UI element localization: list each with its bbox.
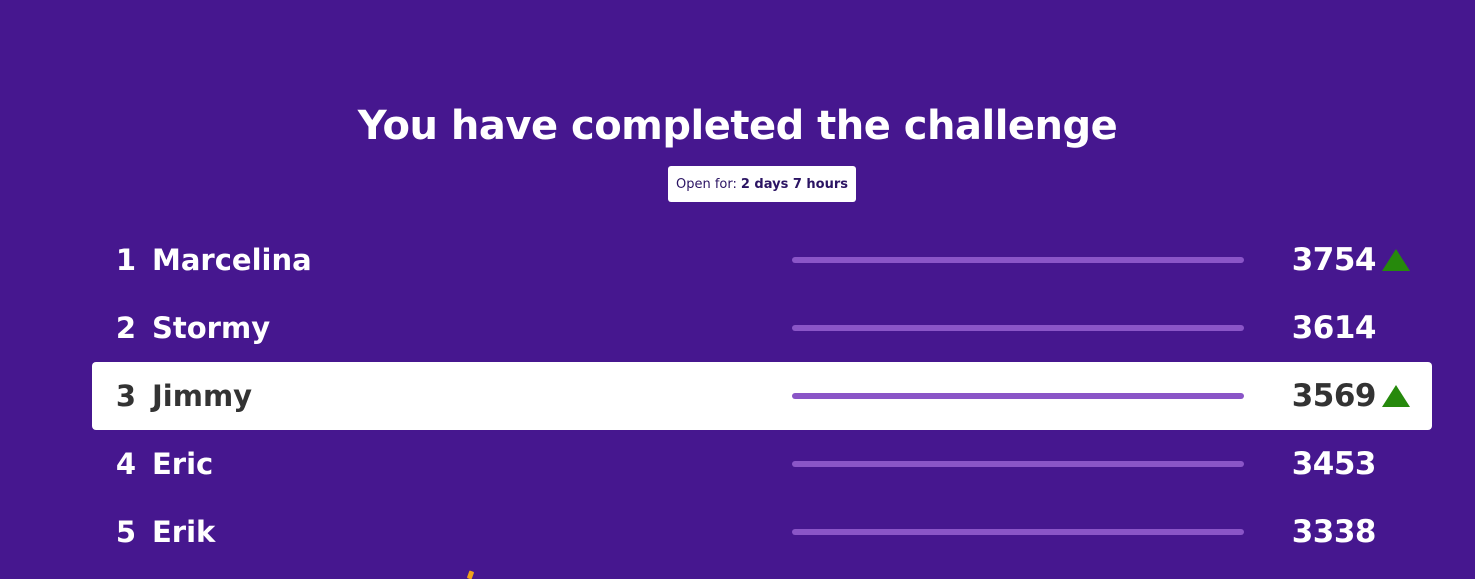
open-for-value: 2 days 7 hours [740,176,849,192]
score-bar [792,529,1244,535]
leaderboard-row: 4 Eric 3453 [92,430,1432,498]
challenge-complete-title: You have completed the challenge [357,103,1118,149]
leaderboard-row: 2 Stormy 3614 [92,294,1432,362]
player-score: 3614 [1291,310,1377,346]
up-arrow-icon [1382,385,1410,407]
leaderboard-row: 1 Marcelina 3754 [92,226,1432,294]
player-score: 3754 [1291,242,1377,278]
player-score: 3569 [1291,378,1377,414]
player-score: 3453 [1291,446,1377,482]
player-name: Erik [152,515,216,549]
rank-number: 3 [115,379,136,413]
score-bar [792,325,1244,331]
player-name: Stormy [152,311,271,345]
rank-number: 2 [115,311,136,345]
rank-number: 1 [115,243,136,277]
player-name: Eric [152,447,214,481]
score-bar [792,257,1244,263]
score-bar [792,393,1244,399]
open-for-badge: Open for: 2 days 7 hours [668,166,856,202]
leaderboard-row-current-player: 3 Jimmy 3569 [92,362,1432,430]
player-name: Jimmy [152,379,253,413]
leaderboard-row: 5 Erik 3338 [92,498,1432,566]
player-name: Marcelina [152,243,312,277]
up-arrow-icon [1382,249,1410,271]
player-score: 3338 [1291,514,1377,550]
rank-number: 4 [115,447,136,481]
open-for-label: Open for: [675,176,737,192]
score-bar [792,461,1244,467]
confetti-piece [466,570,475,579]
rank-number: 5 [115,515,136,549]
